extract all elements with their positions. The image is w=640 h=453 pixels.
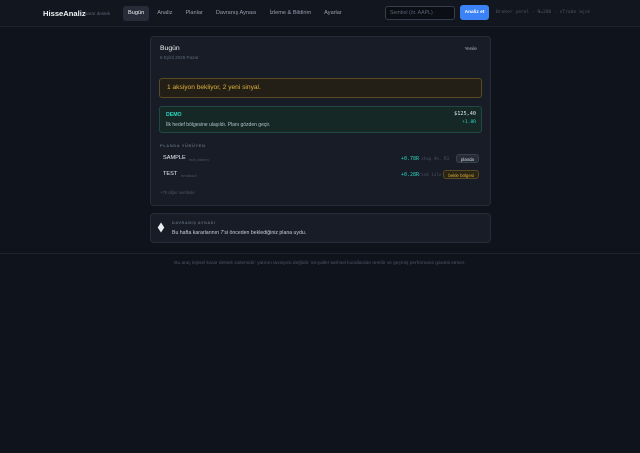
nav-item-izleme-bildirim[interactable]: İzleme & Bildirim	[265, 6, 317, 21]
page-date: 8 Eylül 2026 Pazar	[160, 55, 199, 60]
mirror-text: Bu hafta kararlarının 7'si önceden bekle…	[172, 230, 307, 236]
footer-disclaimer: Bu araç kişisel karar destek sistemidir;…	[174, 261, 466, 266]
footer-divider	[0, 253, 640, 254]
plan-symbol: TEST	[163, 171, 178, 177]
status-badge: bekle bölgesi	[443, 170, 479, 179]
connection-status: Broker yerel · N=200 · cTrade açık	[496, 10, 591, 15]
brand-logo[interactable]: HisseAnaliz	[43, 9, 86, 18]
plan-r-value: +0.28R	[400, 171, 419, 178]
plan-r-value: +0.78R	[400, 155, 419, 162]
main-nav: Bugün Analiz Planlar Davranış Aynası İzl…	[123, 6, 350, 21]
today-card: Bugün 8 Eylül 2026 Pazar Yenile 1 aksiyo…	[150, 36, 491, 206]
nav-item-ayarlar[interactable]: Ayarlar	[319, 6, 347, 21]
plan-row[interactable]: TEST breakout +0.28R risk izle R3 bekle …	[159, 169, 482, 182]
diamond-icon	[157, 222, 165, 233]
nav-item-bugun[interactable]: Bugün	[123, 6, 150, 21]
plan-row[interactable]: SAMPLE bull pattern +0.78R stop 4%, R3 p…	[159, 153, 482, 166]
plan-pattern: breakout	[181, 172, 197, 178]
demo-price: $125,40	[454, 111, 476, 117]
demo-message: İlk hedef bölgesine ulaşıldı. Planı gözd…	[166, 122, 271, 128]
status-badge: planda	[455, 154, 479, 163]
page-title: Bugün	[160, 45, 180, 52]
top-nav-bar: HisseAnaliz karar destek Bugün Analiz Pl…	[0, 0, 640, 27]
behavior-mirror-card[interactable]: DAVRANIŞ AYNASI Bu hafta kararlarının 7'…	[150, 213, 491, 243]
demo-change: +1.8R	[462, 120, 476, 125]
nav-item-planlar[interactable]: Planlar	[180, 6, 207, 21]
plan-symbol: SAMPLE	[163, 155, 186, 161]
more-symbols-link[interactable]: +78 diğer sembole	[160, 190, 195, 195]
analyze-button[interactable]: Analiz et	[460, 5, 489, 20]
symbol-search-input[interactable]	[385, 6, 455, 20]
section-label-planda: PLANDA YÜRÜYEN	[160, 143, 206, 148]
demo-notification[interactable]: DEMO İlk hedef bölgesine ulaşıldı. Planı…	[159, 106, 482, 133]
mirror-label: DAVRANIŞ AYNASI	[172, 221, 216, 225]
demo-symbol: DEMO	[166, 112, 182, 118]
brand-subtitle: karar destek	[85, 10, 111, 16]
nav-item-analiz[interactable]: Analiz	[152, 6, 177, 21]
plan-pattern: bull pattern	[189, 156, 209, 162]
action-alert[interactable]: 1 aksiyon bekliyor, 2 yeni sinyal.	[159, 78, 482, 98]
nav-item-davranis-aynasi[interactable]: Davranış Aynası	[211, 6, 262, 21]
refresh-link[interactable]: Yenile	[465, 46, 477, 51]
plan-detail: stop 4%, R3	[421, 156, 449, 161]
